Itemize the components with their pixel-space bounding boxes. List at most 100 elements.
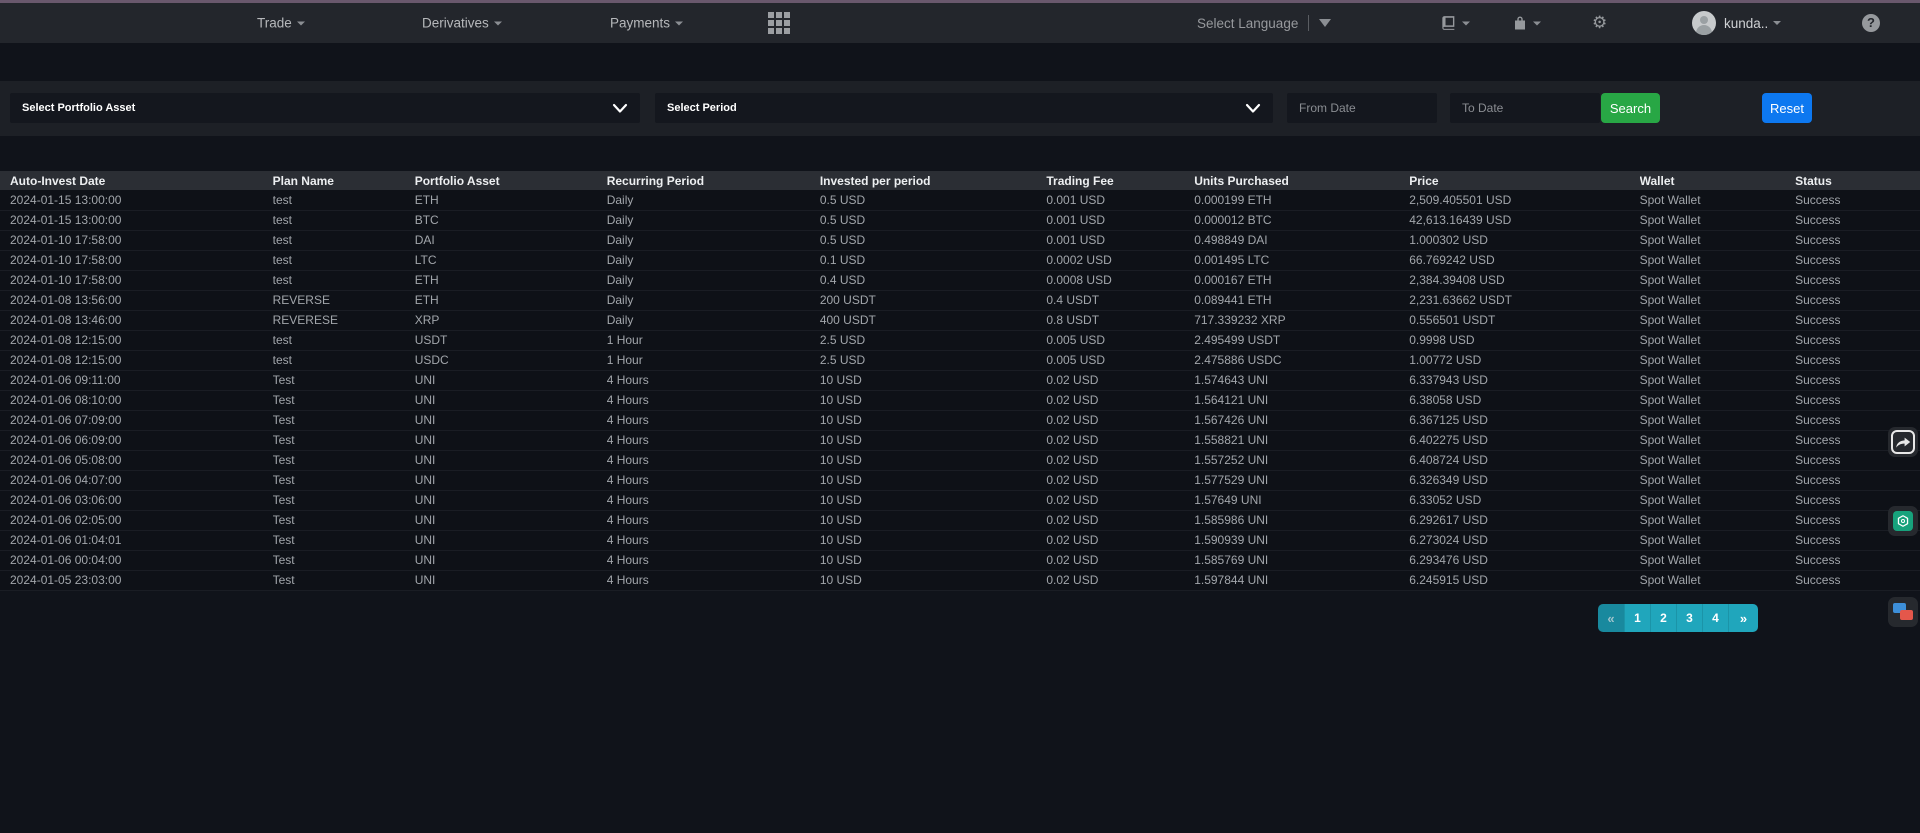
table-cell: Daily xyxy=(607,250,820,270)
table-cell: Success xyxy=(1795,190,1920,210)
table-cell: 0.8 USDT xyxy=(1046,310,1194,330)
table-row: 2024-01-08 12:15:00testUSDC1 Hour2.5 USD… xyxy=(0,350,1920,370)
table-cell: 4 Hours xyxy=(607,370,820,390)
table-cell: 6.273024 USD xyxy=(1409,530,1639,550)
table-cell: Success xyxy=(1795,350,1920,370)
table-cell: Spot Wallet xyxy=(1640,250,1796,270)
table-cell: 2024-01-06 03:06:00 xyxy=(0,490,273,510)
table-cell: UNI xyxy=(415,370,607,390)
chevron-down-icon xyxy=(675,22,683,26)
table-row: 2024-01-08 13:46:00REVERESEXRPDaily400 U… xyxy=(0,310,1920,330)
table-cell: 2024-01-06 00:04:00 xyxy=(0,550,273,570)
chat-extension-button[interactable] xyxy=(1888,597,1918,627)
table-cell: Success xyxy=(1795,290,1920,310)
nav-derivatives-label: Derivatives xyxy=(422,16,489,31)
table-cell: 42,613.16439 USD xyxy=(1409,210,1639,230)
table-cell: Spot Wallet xyxy=(1640,230,1796,250)
search-button[interactable]: Search xyxy=(1601,93,1660,123)
table-cell: REVERSE xyxy=(273,290,415,310)
col-status: Status xyxy=(1795,171,1920,190)
user-menu[interactable]: kunda.. xyxy=(1692,11,1781,35)
pagination-prev-button[interactable]: « xyxy=(1598,604,1624,632)
apps-grid-icon[interactable] xyxy=(768,12,790,34)
table-cell: 6.293476 USD xyxy=(1409,550,1639,570)
table-cell: Spot Wallet xyxy=(1640,370,1796,390)
table-cell: Spot Wallet xyxy=(1640,330,1796,350)
table-row: 2024-01-06 01:04:01TestUNI4 Hours10 USD0… xyxy=(0,530,1920,550)
table-cell: 2024-01-05 23:03:00 xyxy=(0,570,273,590)
pagination-page-4[interactable]: 4 xyxy=(1702,604,1728,632)
nav-menu-payments[interactable]: Payments xyxy=(610,16,683,31)
table-cell: 400 USDT xyxy=(820,310,1047,330)
table-cell: 4 Hours xyxy=(607,390,820,410)
table-cell: test xyxy=(273,210,415,230)
settings-button[interactable]: ⚙ xyxy=(1592,13,1607,33)
table-cell: 2024-01-06 08:10:00 xyxy=(0,390,273,410)
table-cell: Spot Wallet xyxy=(1640,270,1796,290)
table-cell: 4 Hours xyxy=(607,550,820,570)
table-row: 2024-01-08 12:15:00testUSDT1 Hour2.5 USD… xyxy=(0,330,1920,350)
reset-button[interactable]: Reset xyxy=(1762,93,1812,123)
table-cell: 0.02 USD xyxy=(1046,510,1194,530)
table-cell: DAI xyxy=(415,230,607,250)
table-cell: 10 USD xyxy=(820,510,1047,530)
nav-menu-derivatives[interactable]: Derivatives xyxy=(422,16,502,31)
orders-book-menu[interactable] xyxy=(1440,15,1470,32)
table-cell: 4 Hours xyxy=(607,530,820,550)
col-portfolio-asset: Portfolio Asset xyxy=(415,171,607,190)
from-date-input[interactable] xyxy=(1287,93,1437,123)
col-invested-per-period: Invested per period xyxy=(820,171,1047,190)
language-selector[interactable]: Select Language xyxy=(1197,15,1331,31)
table-cell: 0.02 USD xyxy=(1046,530,1194,550)
table-cell: 2024-01-06 07:09:00 xyxy=(0,410,273,430)
table-cell: XRP xyxy=(415,310,607,330)
table-row: 2024-01-06 07:09:00TestUNI4 Hours10 USD0… xyxy=(0,410,1920,430)
table-cell: 2.475886 USDC xyxy=(1194,350,1409,370)
period-select[interactable]: Select Period xyxy=(655,93,1273,123)
col-price: Price xyxy=(1409,171,1639,190)
nav-menu-trade[interactable]: Trade xyxy=(257,16,305,31)
portfolio-asset-select[interactable]: Select Portfolio Asset xyxy=(10,93,640,123)
table-cell: 4 Hours xyxy=(607,570,820,590)
table-cell: 1.567426 UNI xyxy=(1194,410,1409,430)
table-cell: Daily xyxy=(607,270,820,290)
table-cell: 0.02 USD xyxy=(1046,470,1194,490)
table-cell: REVERESE xyxy=(273,310,415,330)
table-cell: Success xyxy=(1795,210,1920,230)
pagination-page-3[interactable]: 3 xyxy=(1676,604,1702,632)
table-cell: 10 USD xyxy=(820,530,1047,550)
table-cell: 1.00772 USD xyxy=(1409,350,1639,370)
table-cell: 2024-01-06 02:05:00 xyxy=(0,510,273,530)
share-extension-button[interactable] xyxy=(1888,427,1918,457)
col-trading-fee: Trading Fee xyxy=(1046,171,1194,190)
table-cell: Success xyxy=(1795,230,1920,250)
table-cell: UNI xyxy=(415,570,607,590)
pagination-next-button[interactable]: » xyxy=(1728,604,1758,632)
chevron-down-icon xyxy=(1245,103,1261,114)
table-cell: 0.000012 BTC xyxy=(1194,210,1409,230)
pagination-page-2[interactable]: 2 xyxy=(1650,604,1676,632)
table-cell: 0.02 USD xyxy=(1046,390,1194,410)
table-cell: 2024-01-06 05:08:00 xyxy=(0,450,273,470)
chevron-down-icon xyxy=(1462,21,1470,25)
table-cell: Success xyxy=(1795,470,1920,490)
chat-bubbles-icon xyxy=(1891,600,1915,624)
table-cell: Test xyxy=(273,430,415,450)
table-cell: 4 Hours xyxy=(607,450,820,470)
pagination-page-1[interactable]: 1 xyxy=(1624,604,1650,632)
table-cell: 2024-01-06 04:07:00 xyxy=(0,470,273,490)
table-cell: Spot Wallet xyxy=(1640,350,1796,370)
table-cell: Spot Wallet xyxy=(1640,510,1796,530)
help-button[interactable]: ? xyxy=(1862,14,1880,32)
wallet-bag-menu[interactable] xyxy=(1512,15,1541,32)
chatgpt-extension-button[interactable] xyxy=(1888,506,1918,536)
table-cell: 0.02 USD xyxy=(1046,570,1194,590)
table-cell: 2,509.405501 USD xyxy=(1409,190,1639,210)
table-cell: Spot Wallet xyxy=(1640,310,1796,330)
table-cell: 2024-01-06 01:04:01 xyxy=(0,530,273,550)
table-row: 2024-01-10 17:58:00testLTCDaily0.1 USD0.… xyxy=(0,250,1920,270)
table-cell: Success xyxy=(1795,330,1920,350)
table-cell: 0.001 USD xyxy=(1046,190,1194,210)
to-date-input[interactable] xyxy=(1450,93,1600,123)
table-cell: Success xyxy=(1795,270,1920,290)
